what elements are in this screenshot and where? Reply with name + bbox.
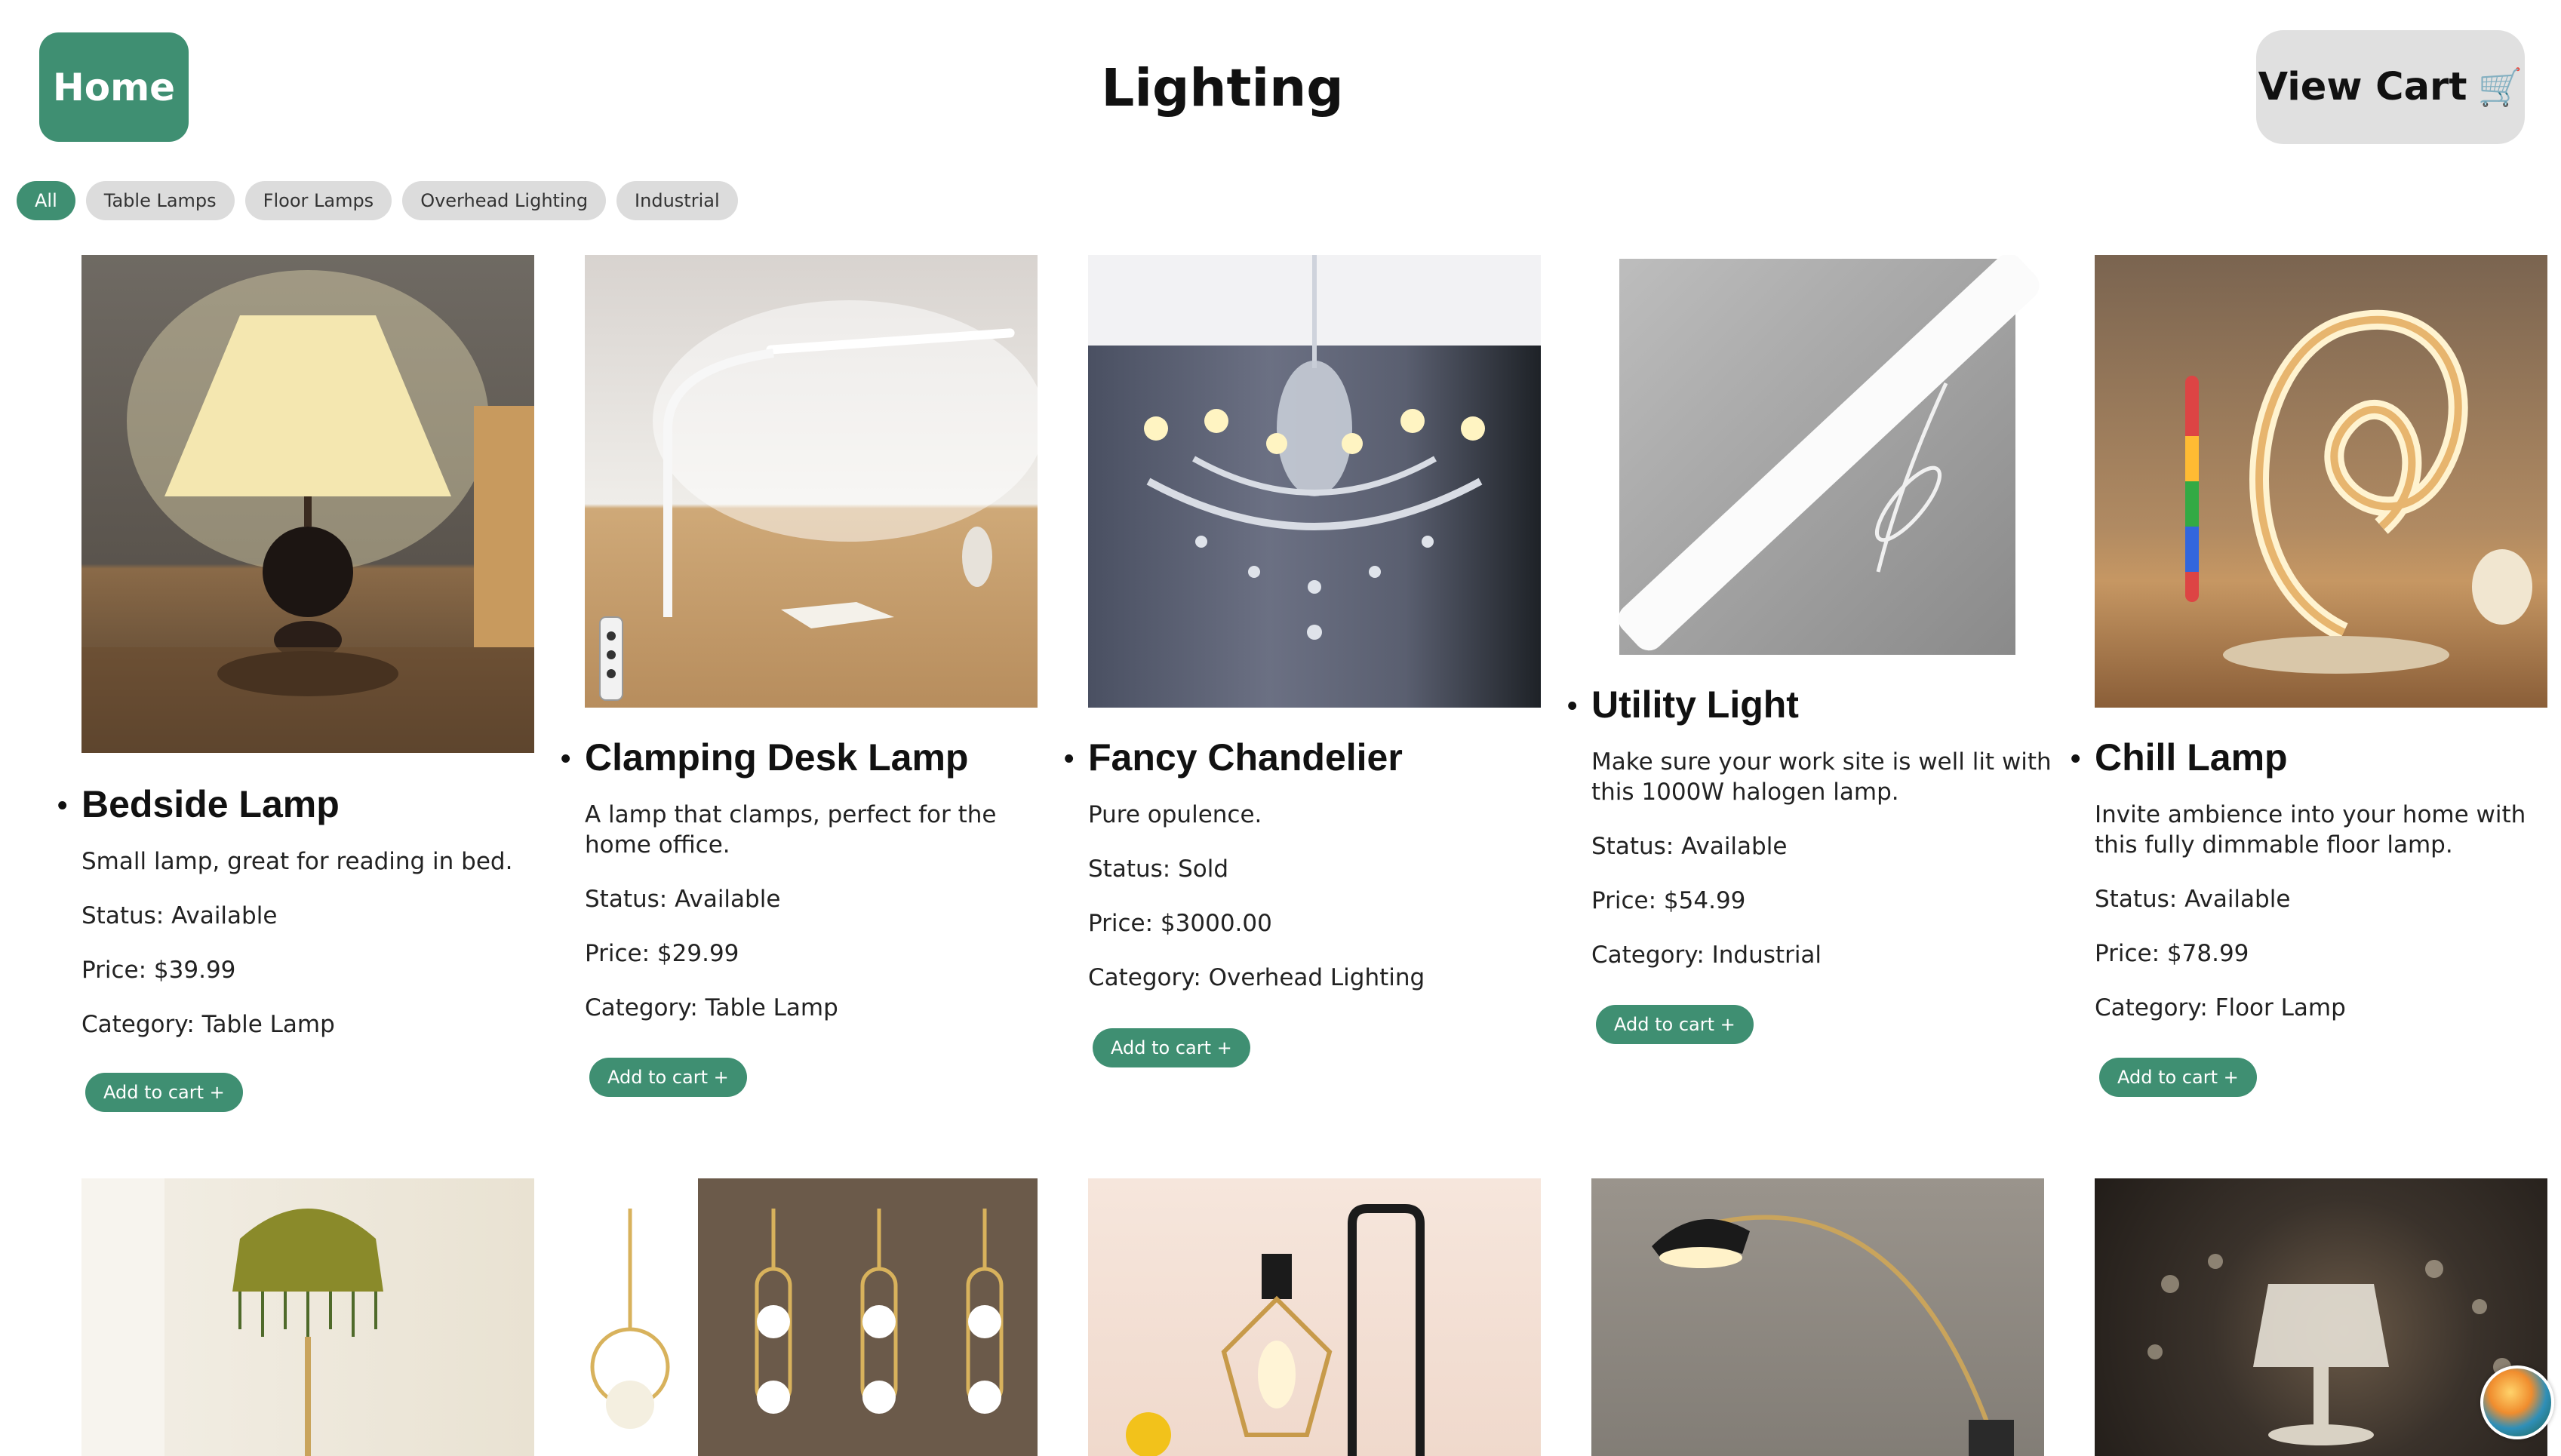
product-description: Invite ambience into your home with this… [2095,801,2526,859]
product-status: Status: Available [1591,833,1788,860]
bedside-lamp-image[interactable] [81,255,534,753]
pendant-lights-image[interactable] [585,1178,1038,1456]
filter-all[interactable]: All [17,181,75,220]
product-category: Category: Table Lamp [81,1011,335,1038]
product-status: Status: Available [585,886,781,913]
cage-table-lamp-image[interactable] [1088,1178,1541,1456]
product-name: Bedside Lamp [57,782,542,828]
view-cart-label: View Cart [2258,65,2467,109]
product-status: Status: Available [2095,886,2291,913]
product-price: Price: $29.99 [585,940,739,967]
chill-lamp-image[interactable] [2095,255,2547,708]
product-status: Status: Available [81,902,278,929]
product-description: Make sure your work site is well lit wit… [1591,748,2052,806]
filter-industrial[interactable]: Industrial [616,181,738,220]
product-name: Fancy Chandelier [1064,735,1548,782]
product-category: Category: Overhead Lighting [1088,964,1425,991]
clamping-desk-lamp-image[interactable] [585,255,1038,708]
add-to-cart-button[interactable]: Add to cart + [1093,1028,1250,1067]
filter-floor-lamps[interactable]: Floor Lamps [244,181,392,220]
add-to-cart-button[interactable]: Add to cart + [589,1058,747,1097]
utility-light-image[interactable] [1591,255,2044,655]
product-price: Price: $39.99 [81,957,236,984]
product-price: Price: $54.99 [1591,887,1746,914]
filter-overhead-lighting[interactable]: Overhead Lighting [402,181,607,220]
product-price: Price: $3000.00 [1088,910,1272,937]
product-card-utility-light: Utility Light Make sure your work site i… [1567,255,2052,970]
view-cart-button[interactable]: View Cart 🛒 [2256,30,2525,144]
product-name: Clamping Desk Lamp [561,735,1045,782]
fringe-floor-lamp-image[interactable] [81,1178,534,1456]
product-description: Small lamp, great for reading in bed. [81,848,513,875]
product-category: Category: Table Lamp [585,994,838,1021]
product-card-clamping-desk-lamp: Clamping Desk Lamp A lamp that clamps, p… [561,255,1045,1023]
product-price: Price: $78.99 [2095,940,2249,967]
product-name: Chill Lamp [2071,735,2555,782]
product-status: Status: Sold [1088,855,1229,883]
add-to-cart-button[interactable]: Add to cart + [85,1073,243,1112]
page-title: Lighting [1101,58,1344,118]
product-card-chill-lamp: Chill Lamp Invite ambience into your hom… [2071,255,2555,1023]
add-to-cart-button[interactable]: Add to cart + [2099,1058,2257,1097]
category-filters: All Table Lamps Floor Lamps Overhead Lig… [17,181,738,220]
arc-floor-lamp-image[interactable] [1591,1178,2044,1456]
product-category: Category: Floor Lamp [2095,994,2346,1021]
product-category: Category: Industrial [1591,941,1822,969]
globe-avatar-icon[interactable] [2480,1365,2554,1439]
cart-icon: 🛒 [2477,66,2523,109]
product-name: Utility Light [1567,682,2052,729]
filter-table-lamps[interactable]: Table Lamps [85,181,235,220]
product-description: A lamp that clamps, perfect for the home… [585,801,997,859]
product-card-bedside-lamp: Bedside Lamp Small lamp, great for readi… [57,255,542,1040]
add-to-cart-button[interactable]: Add to cart + [1596,1005,1754,1044]
crystal-table-lamp-image[interactable] [2095,1178,2547,1456]
fancy-chandelier-image[interactable] [1088,255,1541,708]
product-card-fancy-chandelier: Fancy Chandelier Pure opulence. Status: … [1064,255,1548,993]
product-description: Pure opulence. [1088,801,1262,828]
